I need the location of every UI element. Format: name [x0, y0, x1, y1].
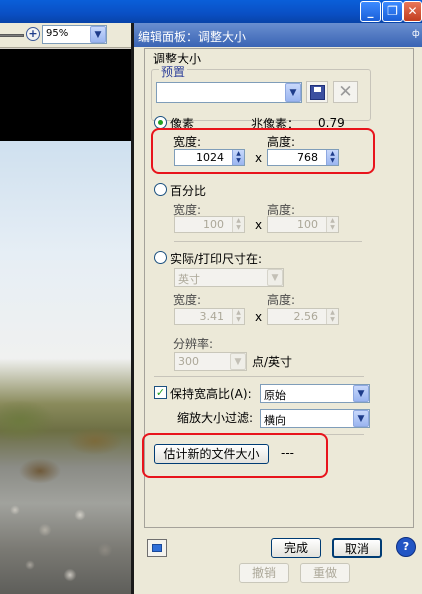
keep-ratio-label: 保持宽高比(A):: [170, 387, 252, 401]
actual-size-label: 实际/打印尺寸在:: [170, 252, 263, 266]
zoom-slider[interactable]: [0, 34, 24, 37]
actual-size-radio[interactable]: [154, 251, 167, 264]
percent-radio[interactable]: [154, 183, 167, 196]
resolution-label: 分辨率:: [173, 337, 214, 351]
divider: [174, 241, 362, 242]
panel-title: 编辑面板：调整大小: [138, 30, 247, 44]
zoom-in-icon[interactable]: +: [26, 27, 40, 41]
restore-icon: ❐: [387, 4, 398, 18]
help-button[interactable]: ?: [396, 537, 416, 557]
keep-ratio-checkbox[interactable]: ✓: [154, 386, 167, 399]
percent-label: 百分比: [170, 184, 207, 198]
image-canvas-area: + 95% ▼: [0, 0, 131, 594]
delete-preset-button[interactable]: ✕: [333, 81, 358, 103]
chevron-down-icon[interactable]: ▼: [230, 353, 246, 370]
divider: [154, 376, 364, 377]
actual-times: x: [255, 310, 263, 324]
close-icon: ✕: [407, 4, 418, 18]
percent-times: x: [255, 218, 263, 232]
restore-button[interactable]: ❐: [382, 1, 403, 22]
actual-width-label: 宽度:: [173, 293, 202, 307]
minimize-icon: _: [367, 4, 374, 18]
redo-button[interactable]: 重做: [300, 563, 350, 583]
preset-select[interactable]: [156, 82, 302, 103]
save-preset-button[interactable]: [306, 81, 328, 103]
preset-label: 预置: [159, 63, 188, 80]
monitor-icon: [152, 544, 162, 552]
edit-panel: 编辑面板：调整大小 ф 调整大小 预置 ▼ ✕ 像素 兆像素： 0.79 宽度:…: [134, 23, 422, 594]
percent-height-spinner[interactable]: ▲ ▼: [326, 217, 338, 232]
zoom-toolbar: + 95% ▼: [0, 22, 131, 48]
cancel-button[interactable]: 取消: [332, 538, 382, 558]
minimize-button[interactable]: _: [360, 1, 381, 22]
chevron-down-icon[interactable]: ▼: [90, 26, 106, 43]
done-button[interactable]: 完成: [271, 538, 321, 558]
actual-height-label: 高度:: [267, 293, 296, 307]
canvas-background: [0, 49, 131, 141]
pin-icon[interactable]: ф: [412, 29, 420, 39]
chevron-down-icon[interactable]: ▼: [267, 269, 283, 286]
percent-width-spinner[interactable]: ▲ ▼: [232, 217, 244, 232]
panel-options-button[interactable]: [147, 539, 167, 557]
actual-height-spinner[interactable]: ▲ ▼: [326, 309, 338, 324]
chevron-down-icon[interactable]: ▼: [353, 410, 369, 427]
highlight-box: [151, 128, 375, 174]
help-icon: ?: [402, 540, 410, 553]
chevron-down-icon[interactable]: ▼: [285, 83, 301, 102]
undo-button[interactable]: 撤销: [239, 563, 289, 583]
panel-header: 编辑面板：调整大小: [134, 23, 422, 47]
chevron-down-icon[interactable]: ▼: [353, 385, 369, 402]
delete-x-icon: ✕: [338, 82, 353, 102]
window-title-bar: _ ❐ ✕: [0, 0, 422, 23]
photo-rocks: [0, 490, 131, 594]
filter-label: 缩放大小过滤:: [177, 411, 254, 425]
resolution-unit: 点/英寸: [252, 355, 293, 369]
close-button[interactable]: ✕: [403, 1, 422, 22]
actual-width-spinner[interactable]: ▲ ▼: [232, 309, 244, 324]
highlight-box: [142, 433, 328, 478]
floppy-disk-icon: [310, 85, 325, 100]
